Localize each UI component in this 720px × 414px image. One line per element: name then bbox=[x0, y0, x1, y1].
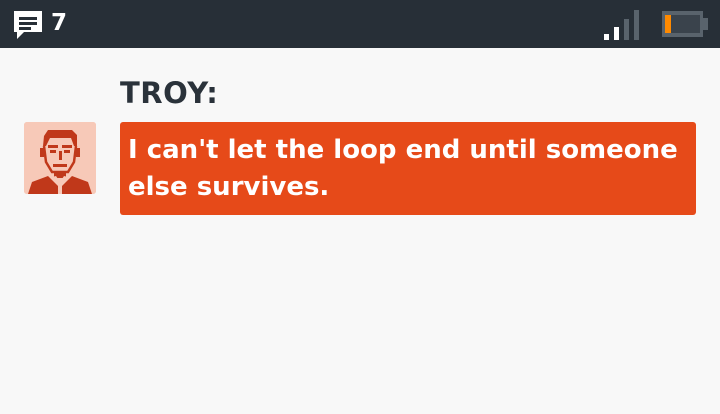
speaker-name: TROY: bbox=[120, 76, 219, 110]
chat-bubble-icon[interactable] bbox=[12, 9, 44, 41]
dialogue-bubble[interactable]: I can't let the loop end until someone e… bbox=[120, 122, 696, 215]
troy-portrait-icon bbox=[24, 122, 96, 194]
message-count-badge[interactable]: 7 bbox=[51, 8, 67, 38]
status-bar: 7 bbox=[0, 0, 720, 48]
battery-icon bbox=[662, 11, 708, 37]
dialogue-text: I can't let the loop end until someone e… bbox=[128, 135, 678, 202]
signal-strength-icon bbox=[602, 10, 642, 40]
